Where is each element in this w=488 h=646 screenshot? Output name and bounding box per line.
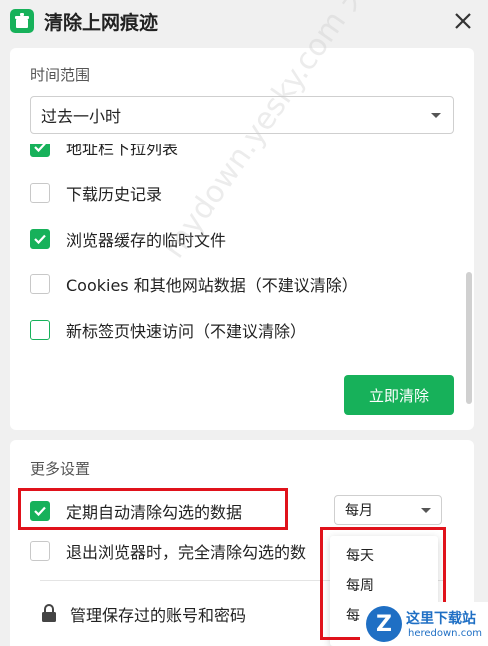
item-label: 浏览器缓存的临时文件 (66, 231, 227, 250)
manage-passwords-link[interactable]: 管理保存过的账号和密码 (70, 602, 246, 626)
frequency-value: 每月 (345, 503, 373, 519)
chevron-down-icon (421, 508, 431, 513)
more-settings-label: 更多设置 (30, 460, 91, 478)
checkbox-icon[interactable] (30, 541, 50, 561)
list-item-cookies[interactable]: Cookies 和其他网站数据（不建议清除） (30, 269, 358, 299)
checkbox-icon[interactable] (30, 183, 50, 203)
window-title: 清除上网痕迹 (44, 12, 159, 34)
item-label: 下载历史记录 (66, 185, 163, 204)
clear-items-list[interactable]: 地址栏下拉列表 下载历史记录 浏览器缓存的临时文件 Cookies 和其他网站数… (10, 144, 460, 366)
exit-clear-option[interactable]: 退出浏览器时，完全清除勾选的数 (30, 536, 306, 566)
item-label: Cookies 和其他网站数据（不建议清除） (66, 276, 358, 295)
broom-trash-icon (10, 9, 34, 33)
time-range-value: 过去一小时 (41, 107, 122, 126)
chevron-down-icon (431, 113, 441, 118)
lock-icon (42, 604, 56, 622)
list-item-cache[interactable]: 浏览器缓存的临时文件 (30, 224, 226, 254)
checkbox-icon[interactable] (30, 274, 50, 294)
clear-data-card: 时间范围 过去一小时 地址栏下拉列表 下载历史记录 浏览器缓存的临时文件 Coo… (10, 48, 474, 430)
list-item-download-history[interactable]: 下载历史记录 (30, 178, 162, 208)
scrollbar[interactable] (466, 272, 472, 404)
logo-mark: Z (366, 606, 402, 642)
frequency-select[interactable]: 每月 (334, 495, 442, 525)
checkbox-icon[interactable] (30, 320, 50, 340)
title-bar: 清除上网痕迹 (0, 0, 488, 42)
item-label: 新标签页快速访问（不建议清除） (66, 322, 307, 341)
checkbox-checked-icon[interactable] (30, 144, 50, 157)
exit-clear-label: 退出浏览器时，完全清除勾选的数 (66, 543, 307, 562)
close-icon[interactable] (450, 8, 476, 34)
logo-url: heredown.com (408, 628, 483, 639)
item-label: 地址栏下拉列表 (66, 144, 179, 158)
time-range-label: 时间范围 (30, 66, 91, 84)
annotation-highlight-box (18, 488, 288, 530)
list-item-new-tab[interactable]: 新标签页快速访问（不建议清除） (30, 315, 306, 345)
clear-now-button[interactable]: 立即清除 (344, 375, 454, 415)
checkbox-checked-icon[interactable] (30, 229, 50, 249)
time-range-select[interactable]: 过去一小时 (30, 96, 454, 134)
exit-clear-clip: 退出浏览器时，完全清除勾选的数 (30, 536, 332, 566)
site-logo: Z 这里下载站 heredown.com (360, 602, 488, 646)
logo-name: 这里下载站 (406, 611, 476, 627)
list-item-address-bar[interactable]: 地址栏下拉列表 (30, 144, 178, 162)
